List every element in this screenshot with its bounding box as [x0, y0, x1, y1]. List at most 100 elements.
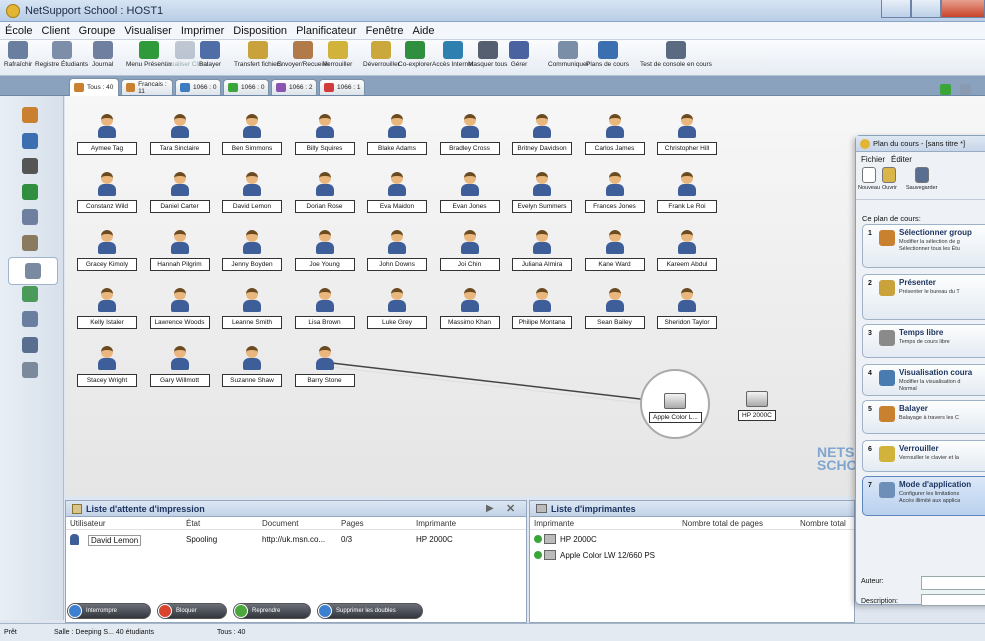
queue-col-pages[interactable]: Pages	[341, 519, 364, 528]
student-frank-le-roi[interactable]: Frank Le Roi	[657, 172, 717, 216]
student-joi-chin[interactable]: Joi Chin	[439, 230, 500, 274]
menu-fenetre[interactable]: Fenêtre	[366, 25, 404, 37]
toolbar-verrouiller-button[interactable]: Verrouiller	[323, 41, 352, 68]
toolbar-co-explorer-button[interactable]: Co-explorer	[398, 41, 432, 68]
student-leanne-smith[interactable]: Leanne Smith	[222, 288, 282, 332]
queue-col-imprimante[interactable]: Imprimante	[416, 519, 456, 528]
close-button[interactable]	[941, 0, 985, 18]
toolbar-envoyer-recueillir-button[interactable]: Envoyer/Recueillir	[277, 41, 329, 68]
bloquer-button[interactable]: Bloquer	[157, 603, 227, 619]
student-massimo-khan[interactable]: Massimo Khan	[439, 288, 500, 332]
lesson-step-2[interactable]: 2 Présenter Présenter le bureau du T	[862, 274, 985, 320]
author-field[interactable]	[921, 576, 985, 590]
student-britney-davidson[interactable]: Britney Davidson	[512, 114, 572, 158]
map-printer-apple-color-l[interactable]: Apple Color L...	[649, 393, 702, 423]
student-ben-simmons[interactable]: Ben Simmons	[222, 114, 282, 158]
student-eva-maidon[interactable]: Eva Maidon	[367, 172, 427, 216]
student-daniel-carter[interactable]: Daniel Carter	[149, 172, 210, 216]
tab-3[interactable]: 1066 : 0	[223, 79, 269, 95]
toolbar-plans-de-cours-button[interactable]: Plans de cours	[586, 41, 629, 68]
student-carlos-james[interactable]: Carlos James	[584, 114, 645, 158]
queue-col-document[interactable]: Document	[262, 519, 298, 528]
sidebar-item-network[interactable]	[18, 308, 42, 330]
toolbar-transfert-fichiers-button[interactable]: Transfert fichiers	[234, 41, 282, 68]
minimize-button[interactable]	[881, 0, 911, 18]
toolbar-balayer-button[interactable]: Balayer	[199, 41, 221, 68]
menu-aide[interactable]: Aide	[413, 25, 435, 37]
printer-col-imprimante[interactable]: Imprimante	[534, 519, 574, 528]
toolbar-masquer-tous-button[interactable]: Masquer tous	[468, 41, 507, 68]
student-billy-squires[interactable]: Billy Squires	[294, 114, 355, 158]
student-philipe-montana[interactable]: Philipe Montana	[512, 288, 572, 332]
tab-2[interactable]: 1066 : 0	[175, 79, 221, 95]
sidebar-item-classroom[interactable]	[18, 104, 42, 126]
student-sean-bailey[interactable]: Sean Bailey	[584, 288, 645, 332]
tab-4[interactable]: 1066 : 2	[271, 79, 317, 95]
queue-col-etat[interactable]: État	[186, 519, 200, 528]
add-icon[interactable]	[940, 84, 951, 95]
map-printer-hp-2000c[interactable]: HP 2000C	[738, 391, 776, 421]
lesson-step-6[interactable]: 6 Verrouiller Verrouiller le clavier et la	[862, 440, 985, 472]
lesson-sauvegarder-button[interactable]: Sauvegarder	[906, 167, 938, 191]
lesson-nouveau-button[interactable]: Nouveau	[858, 167, 880, 191]
toolbar-gerer-button[interactable]: Gérer	[509, 41, 529, 68]
student-luke-grey[interactable]: Luke Grey	[367, 288, 427, 332]
student-lawrence-woods[interactable]: Lawrence Woods	[149, 288, 210, 332]
lesson-step-4[interactable]: 4 Visualisation coura Modifier la visualis…	[862, 364, 985, 396]
student-joe-young[interactable]: Joe Young	[294, 230, 355, 274]
printer-col-nombre-total-de-pages[interactable]: Nombre total de pages	[682, 519, 763, 528]
student-frances-jones[interactable]: Frances Jones	[584, 172, 645, 216]
student-jenny-boyden[interactable]: Jenny Boyden	[222, 230, 282, 274]
sidebar-item-notepad[interactable]	[18, 206, 42, 228]
student-evan-jones[interactable]: Evan Jones	[439, 172, 500, 216]
lesson-ouvrir-button[interactable]: Ouvrir	[882, 167, 897, 191]
student-john-downs[interactable]: John Downs	[367, 230, 427, 274]
tab-0[interactable]: Tous : 40	[69, 78, 119, 96]
student-barry-stone[interactable]: Barry Stone	[294, 346, 355, 390]
student-constanz-wild[interactable]: Constanz Wild	[77, 172, 137, 216]
student-gracey-kimoly[interactable]: Gracey Kimoly	[77, 230, 137, 274]
menu-client[interactable]: Client	[42, 25, 70, 37]
maximize-button[interactable]	[911, 0, 941, 18]
menu-visualiser[interactable]: Visualiser	[124, 25, 172, 37]
sidebar-item-sheet[interactable]	[18, 359, 42, 381]
student-kelly-istaler[interactable]: Kelly Istaler	[77, 288, 137, 332]
menu-ecole[interactable]: École	[5, 25, 33, 37]
tab-5[interactable]: 1066 : 1	[319, 79, 365, 95]
student-christopher-hill[interactable]: Christopher Hill	[657, 114, 717, 158]
lesson-step-3[interactable]: 3 Temps libre Temps de cours libre	[862, 324, 985, 358]
menu-groupe[interactable]: Groupe	[79, 25, 116, 37]
sidebar-item-printer[interactable]	[8, 257, 58, 285]
sidebar-item-globe[interactable]	[18, 181, 42, 203]
student-bradley-cross[interactable]: Bradley Cross	[439, 114, 500, 158]
sidebar-item-clipboard[interactable]	[18, 232, 42, 254]
student-evelyn-summers[interactable]: Evelyn Summers	[512, 172, 572, 216]
sidebar-item-group[interactable]	[18, 283, 42, 305]
queue-col-utilisateur[interactable]: Utilisateur	[70, 519, 106, 528]
toolbar-registre-etudiants-button[interactable]: Registre Étudiants	[35, 41, 88, 68]
toolbar-deverrouiller-button[interactable]: Déverrouiller	[363, 41, 400, 68]
expand-icon[interactable]	[960, 84, 971, 95]
student-juliana-almira[interactable]: Juliana Almira	[512, 230, 572, 274]
student-kareem-abdul[interactable]: Kareem Abdul	[657, 230, 717, 274]
interrompre-button[interactable]: Interrompre	[67, 603, 151, 619]
student-tara-sinclaire[interactable]: Tara Sinclaire	[149, 114, 210, 158]
lesson-menu-fichier[interactable]: Fichier	[861, 155, 885, 164]
toolbar-communiquer-button[interactable]: Communiquer	[548, 41, 589, 68]
student-blake-adams[interactable]: Blake Adams	[367, 114, 427, 158]
play-icon[interactable]: ▶	[486, 503, 494, 514]
student-sheridon-taylor[interactable]: Sheridon Taylor	[657, 288, 717, 332]
reprendre-button[interactable]: Reprendre	[233, 603, 311, 619]
toolbar-test-de-console-en-cours-button[interactable]: Test de console en cours	[640, 41, 712, 68]
student-gary-willmott[interactable]: Gary Willmott	[149, 346, 210, 390]
sidebar-item-monitor[interactable]	[18, 130, 42, 152]
menu-disposition[interactable]: Disposition	[233, 25, 287, 37]
sidebar-item-headset[interactable]	[18, 155, 42, 177]
student-aymee-tag[interactable]: Aymee Tag	[77, 114, 137, 158]
printer-row[interactable]: HP 2000C	[530, 533, 854, 549]
student-hannah-pilgrim[interactable]: Hannah Pilgrim	[149, 230, 210, 274]
lesson-step-1[interactable]: 1 Sélectionner group Modifier la sélection…	[862, 224, 985, 268]
tab-1[interactable]: Francais : 11	[121, 79, 173, 95]
queue-row[interactable]: David Lemon Spooling http://uk.msn.co... 0/…	[66, 533, 526, 549]
lesson-step-7[interactable]: 7 Mode d'application Configurer les limita…	[862, 476, 985, 516]
